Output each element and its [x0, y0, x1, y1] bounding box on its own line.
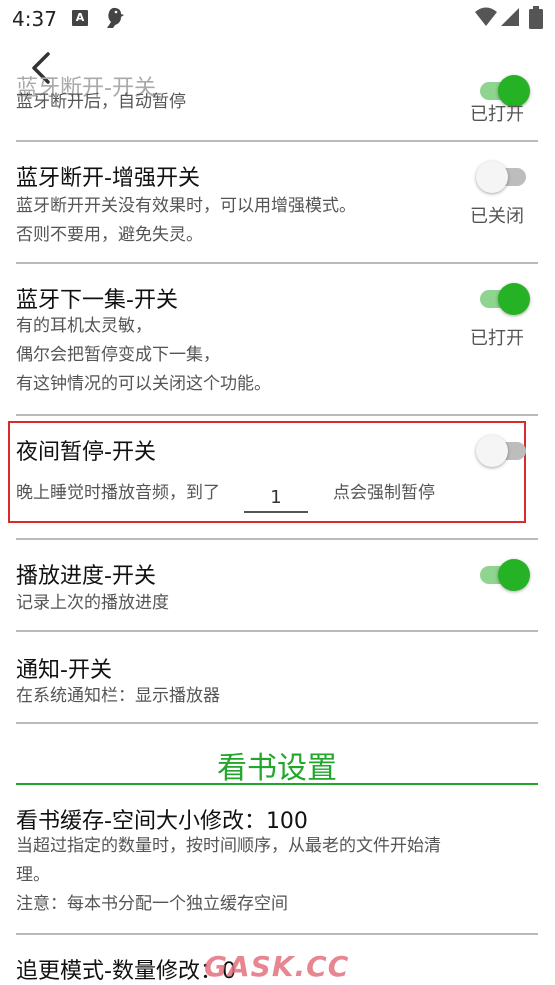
setting-title: 夜间暂停-开关 [16, 440, 156, 465]
toggle-switch[interactable] [480, 556, 532, 596]
setting-desc-line-1: 蓝牙断开开关没有效果时，可以用增强模式。 [16, 196, 356, 216]
a-notification-icon: A [72, 10, 88, 26]
setting-title: 通知-开关 [16, 658, 112, 683]
setting-desc: 蓝牙断开后，自动暂停 [16, 92, 186, 112]
toggle-switch[interactable] [476, 432, 532, 472]
settings-list: 蓝牙断开-开关 蓝牙断开后，自动暂停 已打开 蓝牙断开-增强开关 蓝牙断开开关没… [0, 40, 555, 985]
setting-title: 看书缓存-空间大小修改：100 [16, 809, 308, 834]
setting-night-pause[interactable]: 夜间暂停-开关 晚上睡觉时播放音频，到了 点会强制暂停 [16, 416, 538, 540]
signal-icon [501, 8, 519, 26]
setting-desc-suffix: 点会强制暂停 [333, 483, 435, 503]
setting-play-progress[interactable]: 播放进度-开关 记录上次的播放进度 [16, 540, 538, 632]
setting-desc-prefix: 晚上睡觉时播放音频，到了 [16, 483, 220, 503]
setting-title: 播放进度-开关 [16, 564, 156, 589]
setting-desc-line-1: 有的耳机太灵敏， [16, 316, 152, 336]
watermark-text: GASK.CC [204, 950, 350, 983]
setting-book-cache[interactable]: 看书缓存-空间大小修改：100 当超过指定的数量时，按时间顺序，从最老的文件开始… [16, 785, 538, 935]
setting-bluetooth-enhanced[interactable]: 蓝牙断开-增强开关 蓝牙断开开关没有效果时，可以用增强模式。 否则不要用，避免失… [16, 142, 538, 264]
setting-desc-line-2: 理。 [16, 865, 50, 885]
setting-desc-line-3: 注意：每本书分配一个独立缓存空间 [16, 894, 288, 914]
toggle-switch[interactable] [476, 158, 532, 198]
wifi-icon [475, 7, 497, 26]
section-title: 看书设置 [217, 751, 337, 786]
setting-desc-line-2: 否则不要用，避免失灵。 [16, 225, 203, 245]
setting-title: 追更模式-数量修改：0 [16, 959, 236, 984]
setting-desc-line-1: 当超过指定的数量时，按时间顺序，从最老的文件开始清 [16, 836, 441, 856]
setting-desc-line-3: 有这钟情况的可以关闭这个功能。 [16, 374, 271, 394]
status-bar: 4:37 A [0, 0, 555, 40]
bird-icon [107, 7, 124, 28]
setting-desc: 记录上次的播放进度 [16, 593, 169, 613]
setting-bluetooth-next[interactable]: 蓝牙下一集-开关 有的耳机太灵敏， 偶尔会把暂停变成下一集， 有这钟情况的可以关… [16, 264, 538, 416]
setting-bluetooth-disconnect[interactable]: 蓝牙断开-开关 蓝牙断开后，自动暂停 已打开 [16, 40, 538, 142]
toggle-state-label: 已关闭 [470, 206, 524, 227]
setting-desc-line-2: 偶尔会把暂停变成下一集， [16, 345, 220, 365]
battery-icon [529, 6, 543, 29]
setting-desc: 在系统通知栏：显示播放器 [16, 686, 220, 706]
night-pause-hour-input[interactable]: 1 [244, 487, 308, 513]
setting-notification[interactable]: 通知-开关 在系统通知栏：显示播放器 [16, 632, 538, 724]
toggle-state-label: 已打开 [470, 328, 524, 349]
setting-title: 蓝牙断开-增强开关 [16, 166, 200, 191]
status-time: 4:37 [12, 7, 57, 31]
toggle-state-label: 已打开 [470, 104, 524, 125]
toggle-switch[interactable] [480, 280, 532, 320]
setting-title: 蓝牙下一集-开关 [16, 288, 178, 313]
